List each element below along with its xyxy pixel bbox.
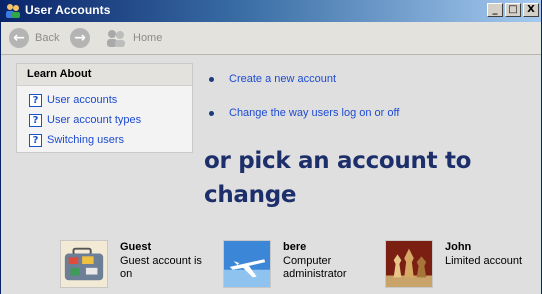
task-change-logon[interactable]: Change the way users log on or off xyxy=(209,106,399,120)
account-name: John xyxy=(445,241,472,253)
learn-item-user-account-types[interactable]: ? User account types xyxy=(29,112,141,128)
learn-item-switching-users[interactable]: ? Switching users xyxy=(29,132,124,148)
learn-about-heading: Learn About xyxy=(17,64,192,86)
bullet-icon xyxy=(209,110,214,116)
user-accounts-window: User Accounts _ □ X ← Back → Home Learn … xyxy=(0,0,542,294)
help-icon: ? xyxy=(29,113,42,127)
pick-account-heading: or pick an account to change xyxy=(204,148,472,208)
bullet-icon xyxy=(209,76,214,82)
account-type: Computer administrator xyxy=(283,255,347,280)
maximize-button[interactable]: □ xyxy=(505,3,521,17)
account-type: Guest account is on xyxy=(120,255,202,280)
back-arrow-icon: ← xyxy=(9,28,29,48)
learn-item-label: Switching users xyxy=(47,134,125,146)
back-label: Back xyxy=(35,32,60,44)
toolbar: ← Back → Home xyxy=(1,22,541,55)
learn-item-label: User accounts xyxy=(47,94,118,106)
help-icon: ? xyxy=(29,93,42,107)
title-bar[interactable]: User Accounts _ □ X xyxy=(1,0,541,22)
learn-item-user-accounts[interactable]: ? User accounts xyxy=(29,92,117,108)
window-controls: _ □ X xyxy=(487,3,539,17)
suitcase-icon xyxy=(60,240,108,288)
help-icon: ? xyxy=(29,133,42,147)
task-create-account[interactable]: Create a new account xyxy=(209,72,336,86)
home-button[interactable]: Home xyxy=(105,26,162,50)
home-label: Home xyxy=(133,32,163,44)
forward-button[interactable]: → xyxy=(70,26,90,50)
learn-about-panel: Learn About ? User accounts ? User accou… xyxy=(16,63,193,153)
back-button[interactable]: ← Back xyxy=(9,26,59,50)
learn-item-label: User account types xyxy=(47,114,142,126)
window-title: User Accounts xyxy=(25,3,111,17)
users-home-icon xyxy=(107,30,125,47)
chess-icon xyxy=(385,240,433,288)
airplane-icon xyxy=(223,240,271,288)
account-name: Guest xyxy=(120,241,152,253)
close-button[interactable]: X xyxy=(523,3,539,17)
account-name: bere xyxy=(283,241,307,253)
minimize-button[interactable]: _ xyxy=(487,3,503,17)
user-accounts-icon xyxy=(6,4,20,18)
account-type: Limited account xyxy=(445,255,523,267)
forward-arrow-icon: → xyxy=(70,28,90,48)
task-label: Create a new account xyxy=(229,73,337,85)
task-label: Change the way users log on or off xyxy=(229,107,400,119)
